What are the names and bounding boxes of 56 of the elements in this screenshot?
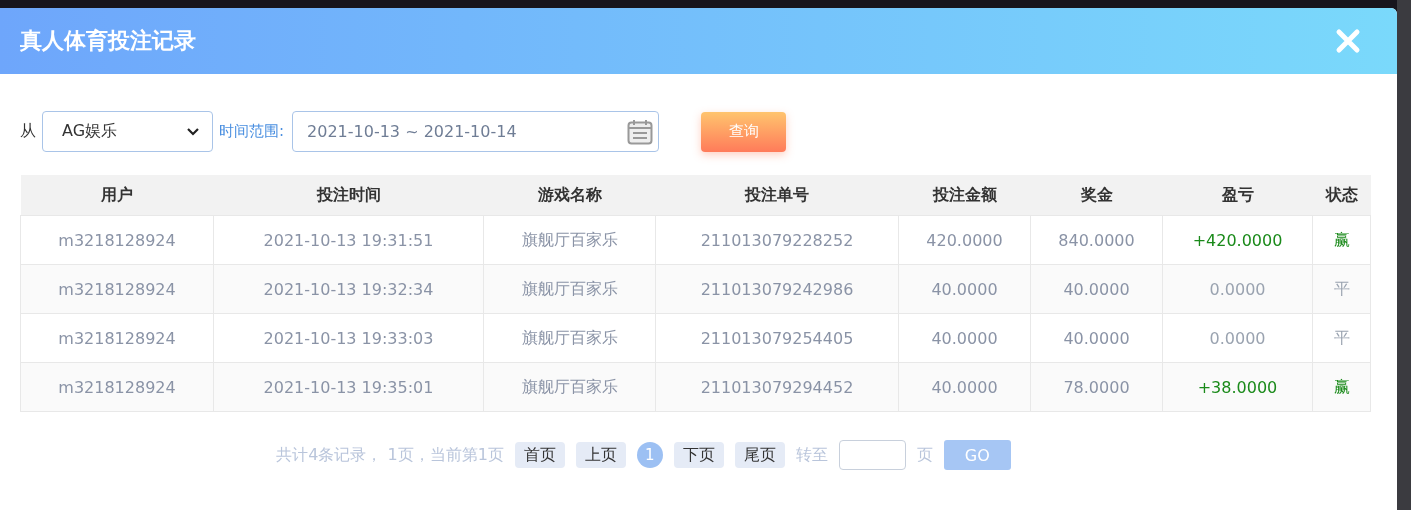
table-cell: 赢	[1312, 215, 1371, 265]
table-cell: 平	[1312, 264, 1371, 314]
table-cell: m3218128924	[20, 313, 214, 363]
table-cell: +38.0000	[1162, 362, 1313, 412]
table-cell: 旗舰厅百家乐	[483, 264, 656, 314]
column-header: 游戏名称	[483, 175, 656, 216]
column-header: 投注金额	[898, 175, 1031, 216]
table-cell: 旗舰厅百家乐	[483, 362, 656, 412]
table-cell: 旗舰厅百家乐	[483, 313, 656, 363]
table-cell: 2021-10-13 19:32:34	[213, 264, 484, 314]
table-cell: 40.0000	[898, 313, 1031, 363]
page-nav-button[interactable]: 下页	[673, 442, 724, 468]
calendar-icon	[627, 119, 654, 145]
source-label: 从	[20, 121, 36, 142]
table-cell: 840.0000	[1030, 215, 1163, 265]
page-nav-button[interactable]: 首页	[514, 442, 565, 468]
table-cell: 旗舰厅百家乐	[483, 215, 656, 265]
table-cell: 40.0000	[898, 264, 1031, 314]
table-cell: 0.0000	[1162, 313, 1313, 363]
table-cell: 2021-10-13 19:35:01	[213, 362, 484, 412]
goto-label: 转至	[795, 444, 828, 466]
chevron-icon	[186, 127, 200, 136]
platform-select[interactable]: AG娱乐	[42, 111, 213, 152]
table-cell: 赢	[1312, 362, 1371, 412]
column-header: 状态	[1312, 175, 1371, 216]
date-range-field[interactable]: 2021-10-13 ~ 2021-10-14	[292, 111, 660, 152]
table-cell: m3218128924	[20, 362, 214, 412]
date-range-label: 时间范围:	[219, 122, 285, 141]
table-cell: 78.0000	[1030, 362, 1163, 412]
table-cell: 0.0000	[1162, 264, 1313, 314]
dialog-title: 真人体育投注记录	[20, 27, 196, 55]
table-cell: 420.0000	[898, 215, 1031, 265]
table-cell: 211013079254405	[655, 313, 899, 363]
column-header: 盈亏	[1162, 175, 1313, 216]
column-header: 投注时间	[213, 175, 484, 216]
table-cell: 40.0000	[1030, 264, 1163, 314]
table-cell: 40.0000	[898, 362, 1031, 412]
table-cell: 211013079228252	[655, 215, 899, 265]
column-header: 奖金	[1030, 175, 1163, 216]
page-nav-button[interactable]: 尾页	[734, 442, 785, 468]
page-nav-button[interactable]: 上页	[575, 442, 626, 468]
table-cell: m3218128924	[20, 215, 214, 265]
column-header: 投注单号	[655, 175, 899, 216]
table-cell: +420.0000	[1162, 215, 1313, 265]
table-cell: 211013079294452	[655, 362, 899, 412]
close-button[interactable]	[1335, 28, 1361, 54]
table-cell: 平	[1312, 313, 1371, 363]
table-cell: 40.0000	[1030, 313, 1163, 363]
table-cell: 2021-10-13 19:31:51	[213, 215, 484, 265]
column-header: 用户	[20, 175, 214, 216]
table-cell: 2021-10-13 19:33:03	[213, 313, 484, 363]
table-cell: m3218128924	[20, 264, 214, 314]
table-cell: 211013079242986	[655, 264, 899, 314]
page-unit-label: 页	[916, 444, 933, 466]
page-input[interactable]	[838, 440, 906, 470]
record-summary: 共计4条记录， 1页，当前第1页	[276, 444, 504, 466]
